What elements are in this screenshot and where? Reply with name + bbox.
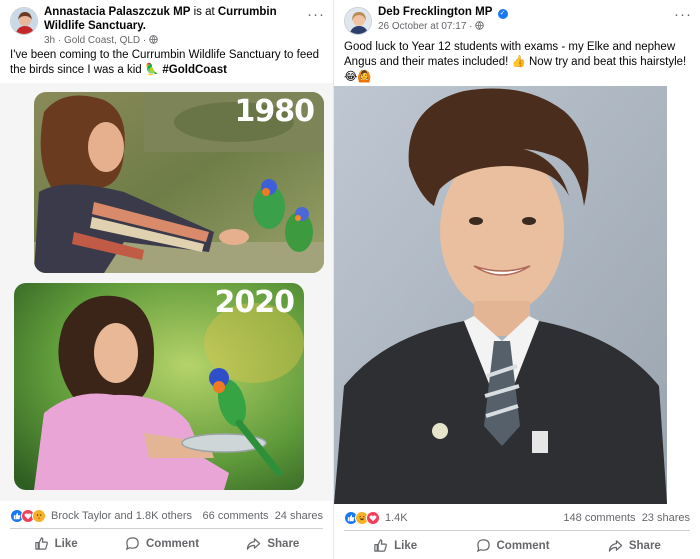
like-button[interactable]: Like — [373, 538, 417, 553]
post-photo[interactable]: 1980 2020 — [0, 83, 333, 501]
share-icon — [247, 538, 261, 550]
photo-1980: 1980 — [34, 92, 324, 273]
love-reaction-icon — [366, 511, 380, 525]
post-header: Annastacia Palaszczuk MP is at Currumbin… — [0, 0, 333, 47]
post-text: Good luck to Year 12 students with exams… — [344, 40, 688, 85]
reaction-summary[interactable]: 1.4K — [344, 510, 408, 526]
comments-count[interactable]: 66 comments — [203, 510, 269, 522]
comment-icon — [125, 537, 139, 551]
thumbs-up-icon — [374, 539, 388, 552]
share-label: Share — [267, 537, 300, 550]
post-actions: Like Comment Share — [10, 528, 323, 558]
thumbs-up-icon — [34, 537, 48, 550]
shares-count[interactable]: 23 shares — [642, 512, 690, 524]
year-label-2020: 2020 — [214, 285, 295, 320]
share-icon — [608, 540, 623, 552]
verified-badge-icon: ✓ — [497, 9, 508, 19]
post-annastacia: Annastacia Palaszczuk MP is at Currumbin… — [0, 0, 333, 559]
reaction-summary[interactable]: Brock Taylor and 1.8K others — [10, 508, 192, 524]
globe-icon — [475, 21, 485, 30]
share-button[interactable]: Share — [246, 536, 299, 551]
post-emojis: 😂🙆 — [344, 71, 372, 83]
post-header-text: Annastacia Palaszczuk MP is at Currumbin… — [44, 5, 301, 47]
comment-label: Comment — [146, 537, 200, 550]
post-actions: Like Comment Share — [344, 530, 690, 559]
post-header-text: Deb Frecklington MP ✓ 26 October at 07:1… — [378, 5, 668, 33]
globe-icon — [149, 35, 158, 44]
post-header: Deb Frecklington MP ✓ 26 October at 07:1… — [334, 0, 700, 44]
is-at-text: is at — [193, 6, 215, 18]
comment-button[interactable]: Comment — [125, 536, 199, 551]
like-button[interactable]: Like — [34, 536, 78, 551]
share-button[interactable]: Share — [608, 538, 661, 553]
post-photo[interactable] — [334, 86, 667, 504]
post-text: I've been coming to the Currumbin Wildli… — [10, 48, 321, 78]
hashtag-link[interactable]: #GoldCoast — [162, 64, 227, 76]
more-options-icon[interactable]: ··· — [674, 7, 692, 22]
reactions-count[interactable]: 1.4K — [385, 510, 408, 526]
photo-2020: 2020 — [14, 283, 304, 490]
post-meta: 26 October at 07:17 · — [378, 20, 668, 33]
shares-count[interactable]: 24 shares — [275, 510, 323, 522]
year-label-1980: 1980 — [234, 94, 315, 129]
avatar[interactable] — [344, 7, 372, 35]
comments-shares: 148 comments 23 shares — [563, 510, 690, 526]
avatar[interactable] — [10, 7, 38, 35]
post-meta: 3h · Gold Coast, QLD · — [44, 34, 301, 47]
author-name[interactable]: Deb Frecklington MP — [378, 6, 492, 18]
care-reaction-icon — [32, 509, 46, 523]
comments-count[interactable]: 148 comments — [563, 512, 635, 524]
post-timestamp[interactable]: 3h · Gold Coast, QLD · — [44, 35, 146, 46]
like-label: Like — [54, 537, 78, 550]
comment-label: Comment — [496, 539, 550, 552]
post-timestamp[interactable]: 26 October at 07:17 · — [378, 21, 473, 32]
like-label: Like — [394, 539, 418, 552]
post-body: Good luck to Year 12 students with exams… — [344, 41, 687, 68]
more-options-icon[interactable]: ··· — [307, 7, 325, 22]
reaction-stats: Brock Taylor and 1.8K others 66 comments… — [0, 504, 333, 528]
author-name[interactable]: Annastacia Palaszczuk MP — [44, 6, 190, 18]
reaction-stats: 1.4K 148 comments 23 shares — [334, 506, 700, 530]
share-label: Share — [628, 539, 661, 552]
comment-button[interactable]: Comment — [476, 538, 550, 553]
post-deb: Deb Frecklington MP ✓ 26 October at 07:1… — [333, 0, 700, 559]
reactions-count[interactable]: Brock Taylor and 1.8K others — [51, 508, 192, 524]
comment-icon — [476, 539, 490, 553]
comments-shares: 66 comments 24 shares — [203, 508, 323, 524]
